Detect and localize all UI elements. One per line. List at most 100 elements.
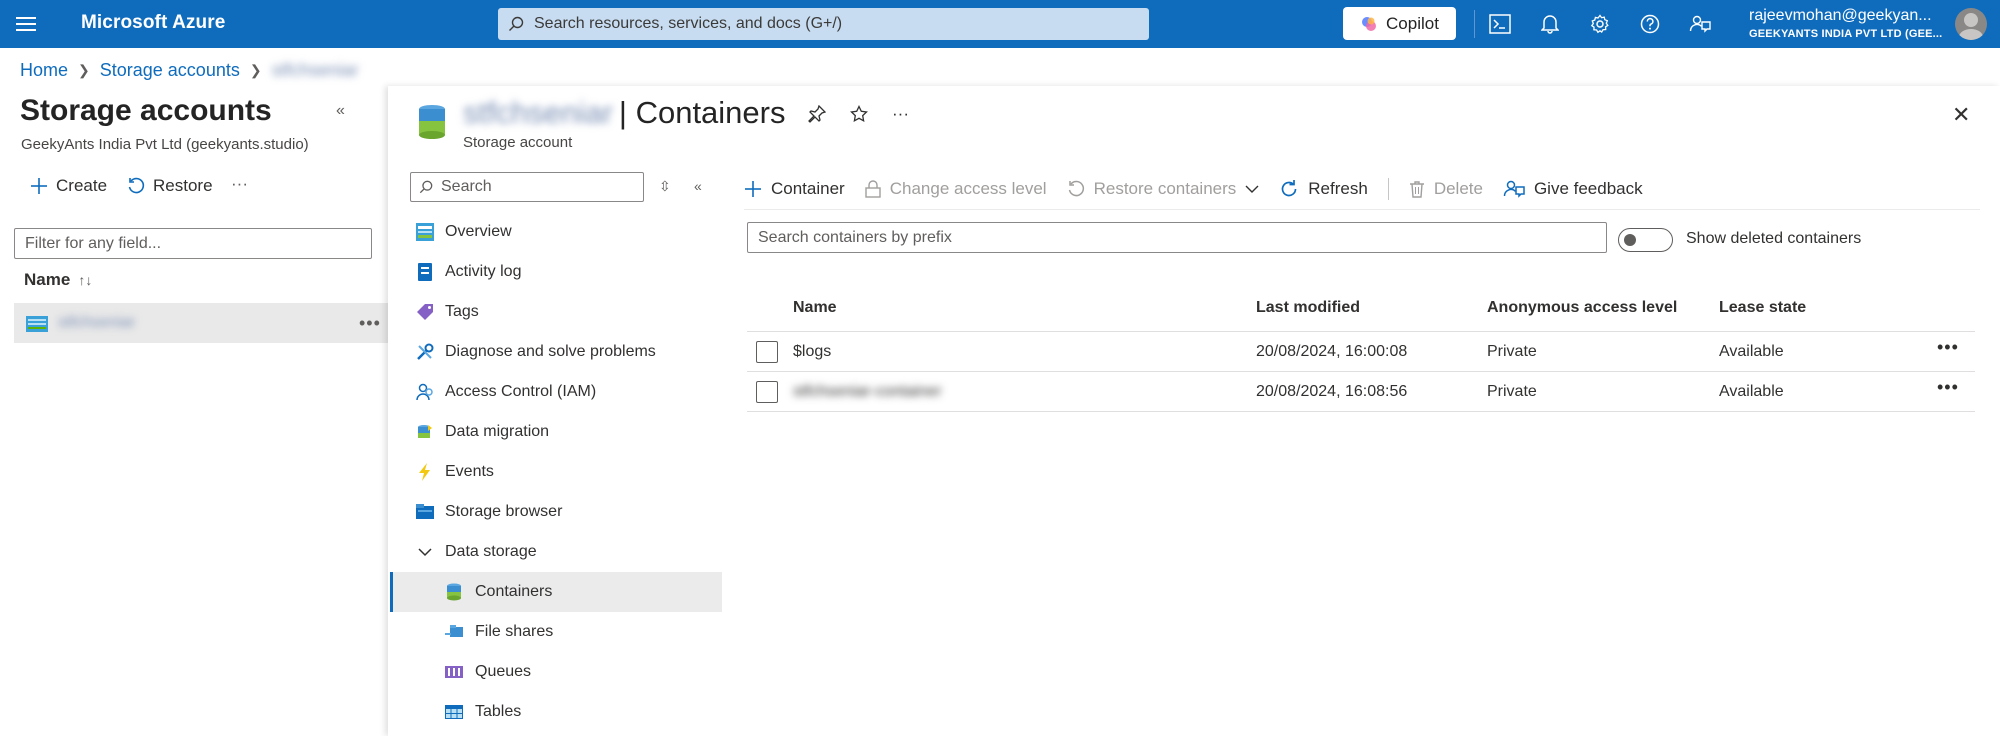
restore-containers-button[interactable]: Restore containers <box>1067 179 1260 199</box>
create-label: Create <box>56 176 108 195</box>
more-commands-button[interactable]: ··· <box>231 174 248 194</box>
menu-item-tags[interactable]: Tags <box>390 292 722 332</box>
give-feedback-button[interactable]: Give feedback <box>1503 179 1643 199</box>
collapse-panel-icon[interactable]: « <box>336 102 345 120</box>
iam-icon <box>416 383 433 401</box>
menu-search-input[interactable]: Search <box>410 172 644 202</box>
add-container-button[interactable]: Container <box>744 179 845 199</box>
last-modified: 20/08/2024, 16:08:56 <box>1256 383 1408 400</box>
bell-icon[interactable] <box>1538 12 1562 36</box>
menu-item-label: Queues <box>475 663 532 680</box>
plus-icon <box>31 178 47 194</box>
restore-containers-label: Restore containers <box>1093 179 1237 198</box>
menu-item-label: Containers <box>475 583 553 600</box>
wrench-icon <box>417 343 434 360</box>
gear-icon[interactable] <box>1588 12 1612 36</box>
menu-item-overview[interactable]: Overview <box>390 212 722 252</box>
column-header-lease[interactable]: Lease state <box>1719 299 1806 317</box>
column-header-access[interactable]: Anonymous access level <box>1487 299 1677 317</box>
panel-subtitle: GeekyAnts India Pvt Ltd (geekyants.studi… <box>21 136 309 153</box>
blade-more-button[interactable]: ··· <box>892 104 909 124</box>
top-bar: Microsoft Azure Search resources, servic… <box>0 0 2000 48</box>
menu-item-label: File shares <box>475 623 554 640</box>
menu-item-storage-browser[interactable]: Storage browser <box>390 492 722 532</box>
feedback-icon[interactable] <box>1688 12 1712 36</box>
containers-blade: stfchseniar | Containers Storage account… <box>388 86 2000 736</box>
show-deleted-label: Show deleted containers <box>1686 230 1862 247</box>
table-row[interactable]: $logs 20/08/2024, 16:00:08 Private Avail… <box>747 332 1975 371</box>
divider <box>747 411 1975 412</box>
give-feedback-label: Give feedback <box>1533 179 1643 198</box>
column-header-last-modified[interactable]: Last modified <box>1256 299 1360 317</box>
avatar[interactable] <box>1955 8 1987 40</box>
blade-title-suffix: | Containers <box>618 95 786 130</box>
lease-state: Available <box>1719 383 1784 400</box>
brand-title[interactable]: Microsoft Azure <box>81 12 225 34</box>
menu-item-containers[interactable]: Containers <box>390 572 722 612</box>
refresh-button[interactable]: Refresh <box>1279 179 1368 199</box>
collapse-menu-icon[interactable]: « <box>694 178 702 194</box>
global-search-input[interactable]: Search resources, services, and docs (G+… <box>498 8 1149 40</box>
delete-button[interactable]: Delete <box>1409 179 1483 199</box>
menu-item-diagnose[interactable]: Diagnose and solve problems <box>390 332 722 372</box>
star-icon[interactable] <box>850 105 868 123</box>
menu-item-tables[interactable]: Tables <box>390 692 722 732</box>
container-name[interactable]: $logs <box>793 343 831 361</box>
storage-account-icon <box>26 316 48 332</box>
overview-icon <box>416 223 434 241</box>
menu-item-file-shares[interactable]: File shares <box>390 612 722 652</box>
restore-label: Restore <box>153 176 213 195</box>
search-icon <box>419 180 433 194</box>
row-checkbox[interactable] <box>756 381 778 403</box>
copilot-button[interactable]: Copilot <box>1343 7 1456 40</box>
chevron-right-icon: ❯ <box>249 62 262 78</box>
row-more-button[interactable]: ••• <box>359 313 381 334</box>
restore-icon <box>1068 180 1084 197</box>
storage-account-icon <box>419 105 445 139</box>
user-email: rajeevmohan@geekyan... <box>1749 7 1932 24</box>
expand-collapse-icon[interactable]: ⇳ <box>659 178 671 195</box>
menu-item-label: Overview <box>445 223 512 240</box>
breadcrumb-current[interactable]: stfchseniar <box>272 60 359 81</box>
feedback-icon <box>1503 180 1525 198</box>
lightning-icon <box>419 463 430 481</box>
pin-icon[interactable] <box>808 105 826 123</box>
cloud-shell-icon[interactable] <box>1488 12 1512 36</box>
account-name: stfchseniar <box>463 95 613 130</box>
restore-button[interactable]: Restore <box>127 176 213 196</box>
table-row[interactable]: stfchseniar-container 20/08/2024, 16:08:… <box>747 372 1975 411</box>
help-icon[interactable] <box>1638 12 1662 36</box>
account-menu[interactable]: rajeevmohan@geekyan... GEEKYANTS INDIA P… <box>1749 7 1942 40</box>
storage-account-row[interactable]: stfchseniar ••• <box>14 303 388 343</box>
show-deleted-toggle[interactable] <box>1618 228 1673 252</box>
create-button[interactable]: Create <box>30 176 107 196</box>
menu-group-data-storage[interactable]: Data storage <box>390 532 722 572</box>
menu-item-activity-log[interactable]: Activity log <box>390 252 722 292</box>
container-prefix-search[interactable]: Search containers by prefix <box>747 222 1607 253</box>
lease-state: Available <box>1719 343 1784 360</box>
chevron-down-icon <box>418 548 432 557</box>
menu-item-queues[interactable]: Queues <box>390 652 722 692</box>
menu-item-events[interactable]: Events <box>390 452 722 492</box>
change-access-label: Change access level <box>889 179 1047 198</box>
breadcrumb-home[interactable]: Home <box>20 60 68 81</box>
breadcrumb-storage-accounts[interactable]: Storage accounts <box>100 60 240 81</box>
column-header-name[interactable]: Name <box>793 299 837 317</box>
close-icon[interactable]: ✕ <box>1952 102 1970 128</box>
row-more-button[interactable]: ••• <box>1937 377 1959 398</box>
chevron-down-icon <box>1245 185 1259 193</box>
menu-icon[interactable] <box>14 12 38 36</box>
menu-item-data-migration[interactable]: Data migration <box>390 412 722 452</box>
container-name[interactable]: stfchseniar-container <box>793 383 942 401</box>
menu-item-label: Storage browser <box>445 503 563 520</box>
change-access-level-button[interactable]: Change access level <box>865 179 1047 199</box>
blade-actions: ··· <box>808 104 909 124</box>
toolbar-divider <box>1387 178 1389 200</box>
menu-item-iam[interactable]: Access Control (IAM) <box>390 372 722 412</box>
filter-input[interactable]: Filter for any field... <box>14 228 372 259</box>
row-checkbox[interactable] <box>756 341 778 363</box>
name-column-header[interactable]: Name ↑↓ <box>24 270 92 290</box>
menu-item-label: Data migration <box>445 423 550 440</box>
refresh-label: Refresh <box>1308 179 1368 198</box>
row-more-button[interactable]: ••• <box>1937 337 1959 358</box>
